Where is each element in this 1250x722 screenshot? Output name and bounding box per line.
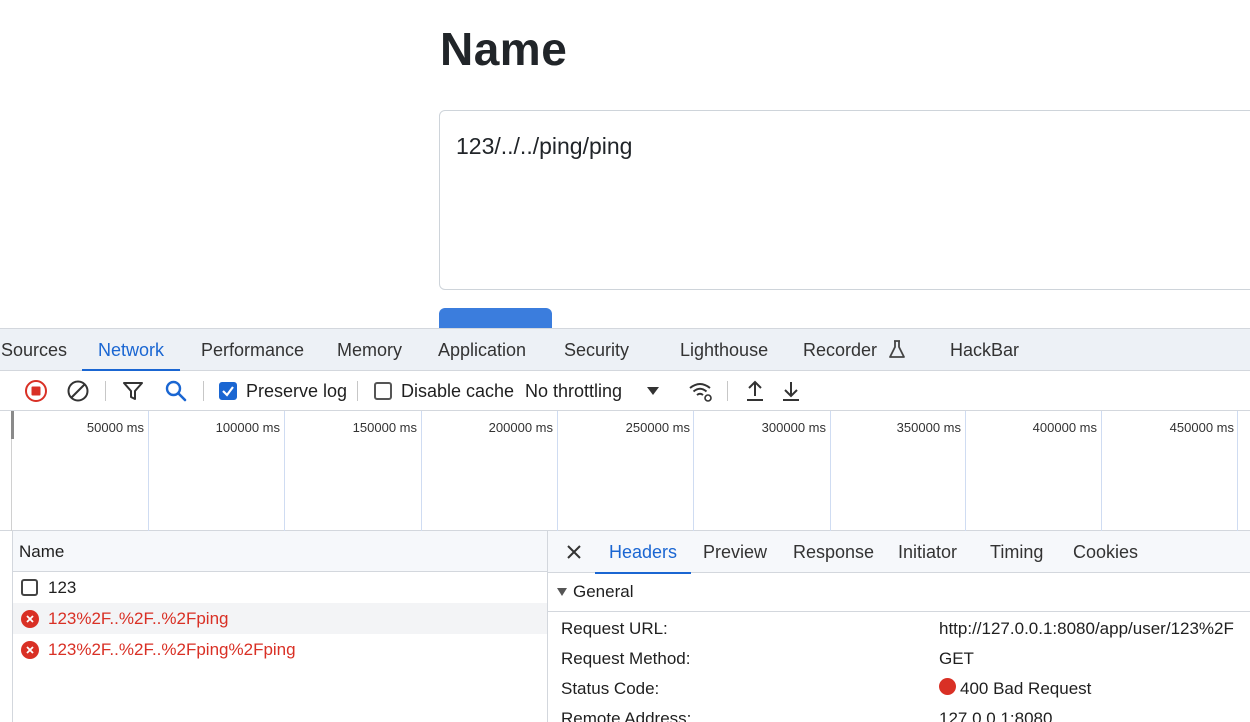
stop-recording-icon [25, 380, 47, 402]
general-section-title: General [573, 582, 634, 601]
export-har-icon [783, 382, 799, 401]
request-name: 123%2F..%2F..%2Fping%2Fping [48, 639, 296, 659]
tab-network[interactable]: Network [81, 329, 181, 372]
timeline-tick: 300000 ms [761, 420, 826, 435]
timeline-tick: 450000 ms [1169, 420, 1234, 435]
timeline-tick: 350000 ms [896, 420, 961, 435]
network-toolbar: Preserve log Disable cache No throttling [0, 371, 1250, 411]
network-conditions-button[interactable] [688, 371, 714, 411]
tab-hackbar[interactable]: HackBar [950, 329, 1019, 371]
tab-sources[interactable]: Sources [1, 329, 67, 371]
tab-recorder[interactable]: Recorder [803, 329, 906, 371]
filter-button[interactable] [122, 371, 144, 411]
filter-icon [123, 382, 143, 400]
clear-icon [67, 380, 89, 402]
header-row-remote-address: Remote Address: 127.0.0.1:8080 [561, 709, 1053, 722]
timeline-tick: 250000 ms [625, 420, 690, 435]
triangle-down-icon [557, 588, 567, 596]
timeline-tick: 100000 ms [215, 420, 280, 435]
request-name: 123 [48, 577, 77, 597]
network-conditions-icon [689, 383, 712, 402]
request-list: Name 123 123%2F..%2F..%2Fping 123%2F..%2… [12, 531, 548, 722]
document-icon [21, 579, 38, 596]
tab-lighthouse[interactable]: Lighthouse [680, 329, 768, 371]
search-icon [165, 380, 187, 402]
preserve-log-label: Preserve log [246, 380, 348, 401]
tab-cookies[interactable]: Cookies [1073, 531, 1138, 573]
throttling-select[interactable]: No throttling [525, 371, 660, 411]
checkbox-unchecked-icon [374, 382, 392, 400]
disable-cache-label: Disable cache [401, 380, 515, 401]
timeline-tick: 150000 ms [352, 420, 417, 435]
flask-icon [889, 340, 905, 358]
network-overview[interactable]: 50000 ms 100000 ms 150000 ms 200000 ms 2… [0, 411, 1250, 531]
name-textarea[interactable] [439, 110, 1250, 290]
request-row[interactable]: 123 [13, 572, 547, 603]
disable-cache-checkbox[interactable]: Disable cache [374, 371, 514, 411]
error-icon [21, 609, 39, 628]
devtools-panel: Sources Network Performance Memory Appli… [0, 328, 1250, 722]
throttling-value: No throttling [525, 380, 623, 401]
export-har-button[interactable] [780, 371, 802, 411]
clear-button[interactable] [66, 371, 90, 411]
page-title: Name [440, 23, 568, 75]
tab-security[interactable]: Security [564, 329, 629, 371]
request-row[interactable]: 123%2F..%2F..%2Fping [13, 603, 547, 634]
tab-headers[interactable]: Headers [594, 531, 692, 574]
request-row[interactable]: 123%2F..%2F..%2Fping%2Fping [13, 634, 547, 665]
header-row-request-method: Request Method: GET [561, 649, 974, 668]
general-section-header[interactable]: General [548, 573, 1250, 612]
header-row-status-code: Status Code: 400 Bad Request [561, 677, 1092, 698]
tab-memory[interactable]: Memory [337, 329, 402, 371]
preserve-log-checkbox[interactable]: Preserve log [219, 371, 347, 411]
checkbox-checked-icon [219, 382, 237, 400]
tab-timing[interactable]: Timing [990, 531, 1043, 573]
import-har-icon [747, 380, 763, 401]
status-dot-icon [939, 677, 956, 695]
request-name: 123%2F..%2F..%2Fping [48, 608, 229, 628]
search-button[interactable] [164, 371, 188, 411]
header-row-request-url: Request URL: http://127.0.0.1:8080/app/u… [561, 619, 1234, 638]
tab-response[interactable]: Response [793, 531, 874, 573]
request-details: Headers Preview Response Initiator Timin… [548, 531, 1250, 722]
name-column-header[interactable]: Name [13, 531, 547, 572]
tab-initiator[interactable]: Initiator [898, 531, 957, 573]
close-icon[interactable] [566, 544, 582, 560]
import-har-button[interactable] [744, 371, 766, 411]
tab-preview[interactable]: Preview [703, 531, 767, 573]
details-tabs: Headers Preview Response Initiator Timin… [548, 531, 1250, 574]
timeline-tick: 200000 ms [488, 420, 553, 435]
devtools-panel-tabs: Sources Network Performance Memory Appli… [0, 329, 1250, 372]
tab-application[interactable]: Application [438, 329, 526, 371]
error-icon [21, 640, 39, 659]
timeline-tick: 400000 ms [1032, 420, 1097, 435]
overview-handle[interactable] [11, 411, 14, 439]
stop-recording-button[interactable] [24, 371, 48, 411]
timeline-tick: 50000 ms [86, 420, 144, 435]
dropdown-arrow-icon [647, 387, 660, 395]
tab-performance[interactable]: Performance [201, 329, 304, 371]
